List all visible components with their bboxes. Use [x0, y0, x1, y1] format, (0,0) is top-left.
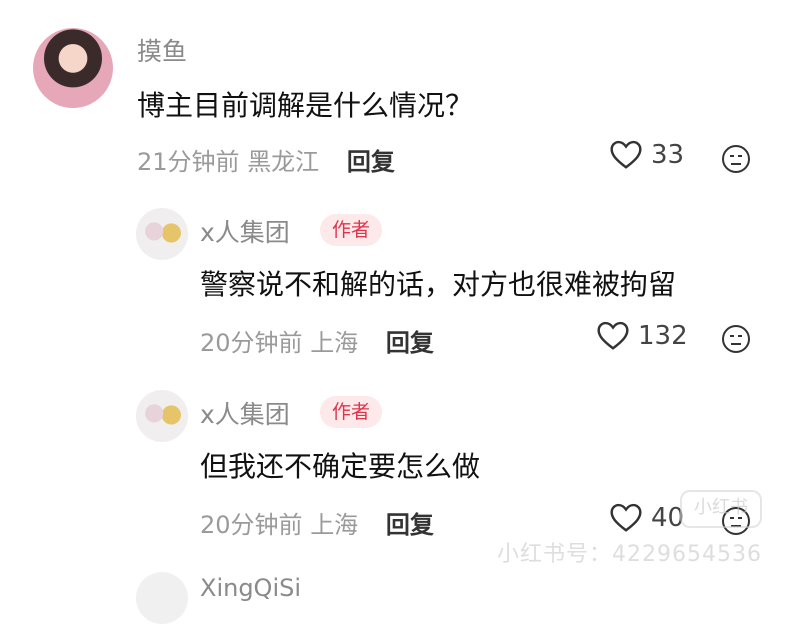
comment-meta: 21分钟前 黑龙江 回复: [137, 142, 395, 177]
reply-button[interactable]: 回复: [347, 148, 395, 176]
comment-time: 20分钟前: [200, 329, 303, 357]
comment-text[interactable]: 但我还不确定要怎么做: [200, 445, 480, 485]
like-count: 33: [651, 140, 685, 170]
comment-username[interactable]: 摸鱼: [137, 32, 187, 68]
comment-text[interactable]: 警察说不和解的话，对方也很难被拘留: [200, 263, 676, 303]
watermark-id: 小红书号：4229654536: [497, 542, 762, 567]
comment-location: 上海: [310, 511, 359, 539]
avatar[interactable]: [136, 208, 188, 260]
like-button[interactable]: 40: [609, 503, 684, 533]
heart-icon: [610, 503, 642, 532]
dislike-face-icon[interactable]: [721, 144, 751, 174]
comment-location: 上海: [310, 329, 359, 357]
author-badge: 作者: [320, 214, 383, 246]
author-badge: 作者: [320, 396, 383, 428]
like-button[interactable]: 132: [596, 321, 688, 351]
comment-meta: 20分钟前 上海 回复: [200, 323, 434, 358]
comment-time: 21分钟前: [137, 148, 240, 176]
heart-icon: [610, 140, 642, 169]
comment-location: 黑龙江: [247, 148, 320, 176]
avatar[interactable]: [33, 28, 113, 108]
avatar[interactable]: [136, 390, 188, 442]
like-button[interactable]: 33: [609, 140, 684, 170]
comment-username[interactable]: x人集团: [200, 395, 290, 431]
comment-time: 20分钟前: [200, 511, 303, 539]
comment-username[interactable]: XingQiSi: [200, 574, 301, 602]
avatar[interactable]: [136, 572, 188, 624]
comment-text[interactable]: 博主目前调解是什么情况？: [137, 84, 473, 124]
heart-icon: [597, 321, 629, 350]
comment-meta: 20分钟前 上海 回复: [200, 505, 434, 540]
reply-button[interactable]: 回复: [386, 511, 434, 539]
dislike-face-icon[interactable]: [721, 324, 751, 354]
like-count: 132: [638, 321, 688, 351]
watermark-logo: 小红书: [680, 490, 762, 528]
reply-button[interactable]: 回复: [386, 329, 434, 357]
comment-username[interactable]: x人集团: [200, 213, 290, 249]
